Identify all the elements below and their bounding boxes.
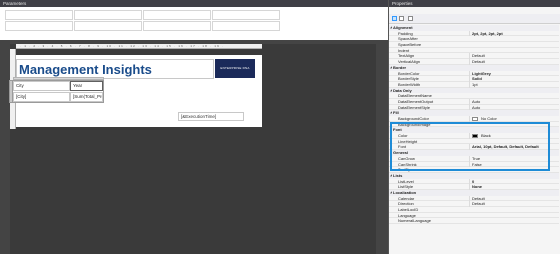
parameters-pane: Parameters bbox=[0, 0, 388, 40]
property-value-text: No Color bbox=[481, 116, 497, 121]
properties-toolbar bbox=[389, 14, 560, 24]
property-value-text: None bbox=[472, 184, 482, 190]
parameter-cell[interactable] bbox=[5, 10, 73, 20]
property-value-text: Default bbox=[472, 201, 485, 207]
categorized-icon[interactable] bbox=[392, 16, 397, 21]
parameters-header: Parameters bbox=[0, 0, 388, 7]
property-value-text: Solid bbox=[472, 76, 482, 82]
parameter-cell[interactable] bbox=[212, 21, 280, 31]
parameter-cell[interactable] bbox=[74, 10, 142, 20]
property-value-text: Auto bbox=[472, 104, 481, 110]
data-cell-total[interactable]: [Sum(Total_Pro bbox=[70, 92, 103, 102]
parameter-cell[interactable] bbox=[143, 10, 211, 20]
parameter-cell[interactable] bbox=[5, 21, 73, 31]
property-value-text: Black bbox=[481, 133, 491, 139]
data-cell-city[interactable]: [City] bbox=[13, 92, 70, 102]
property-value-text: LightGrey bbox=[472, 70, 491, 76]
parameter-cell[interactable] bbox=[143, 21, 211, 31]
property-value-text: 0 bbox=[472, 178, 475, 184]
report-title-textbox[interactable]: Management Insights bbox=[16, 59, 214, 79]
execution-time-textbox[interactable]: [&ExecutionTime] bbox=[178, 112, 244, 121]
property-value-text: 2pt, 2pt, 2pt, 2pt bbox=[472, 30, 503, 36]
parameter-cell[interactable] bbox=[74, 21, 142, 31]
property-value-text: Default bbox=[472, 59, 485, 65]
properties-header: Properties bbox=[389, 0, 560, 7]
property-row[interactable]: NumeralLanguage bbox=[389, 218, 559, 225]
property-value-text: 1pt bbox=[472, 81, 478, 87]
properties-pane: Properties AlignmentPadding2pt, 2pt, 2pt… bbox=[388, 0, 560, 254]
property-grid: AlignmentPadding2pt, 2pt, 2pt, 2ptSpaceA… bbox=[389, 25, 559, 225]
property-value-text: False bbox=[472, 161, 482, 167]
logo-image[interactable]: ENTERPRISE DNA bbox=[215, 59, 255, 78]
table-header-row: City Year bbox=[13, 81, 103, 91]
table-data-row: [City] [Sum(Total_Pro bbox=[13, 92, 103, 102]
property-value-text: True bbox=[472, 155, 481, 161]
property-value-text: Auto bbox=[472, 98, 481, 104]
color-swatch-icon bbox=[472, 134, 478, 138]
horizontal-ruler: · 1 · 2 · 3 · 4 · 5 · 6 · 7 · 8 · 9 · 10… bbox=[16, 44, 262, 49]
parameter-cell[interactable] bbox=[212, 10, 280, 20]
property-value-text: Default bbox=[472, 195, 485, 201]
header-cell-city[interactable]: City bbox=[13, 81, 70, 91]
alphabetical-icon[interactable] bbox=[399, 16, 404, 21]
color-swatch-icon bbox=[472, 116, 478, 121]
property-pages-icon[interactable] bbox=[408, 16, 413, 21]
property-name: NumeralLanguage bbox=[398, 218, 431, 224]
property-value-text: Default bbox=[472, 53, 485, 59]
property-value-text: Arial, 10pt, Default, Default, Default bbox=[472, 144, 539, 150]
header-cell-year[interactable]: Year bbox=[70, 81, 103, 91]
